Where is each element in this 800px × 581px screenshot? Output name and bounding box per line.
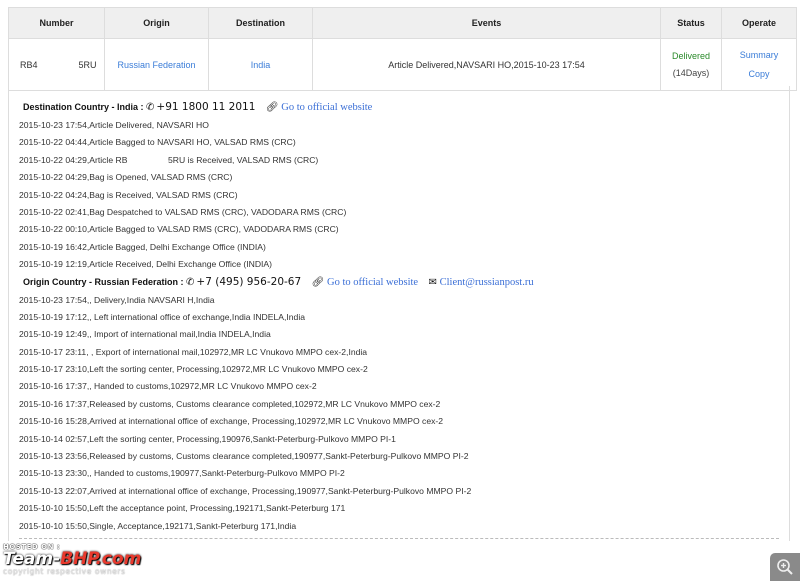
zoom-in-icon: [777, 559, 793, 575]
destination-cell: India: [208, 38, 313, 91]
tracking-number: RB4 5RU: [8, 38, 105, 91]
list-item: 2015-10-17 23:10,Left the sorting center…: [19, 364, 368, 375]
destination-website-link[interactable]: 🔗︎ Go to official website: [266, 102, 372, 113]
watermark-brand-bhp: BHP.com: [60, 549, 142, 569]
list-item: 2015-10-10 15:50,Single, Acceptance,1921…: [19, 520, 297, 531]
watermark-copyright: copyright respective owners: [3, 567, 126, 576]
summary-link[interactable]: Summary: [723, 50, 795, 60]
origin-website-link[interactable]: 🔗︎ Go to official website: [312, 277, 418, 288]
list-item: 2015-10-22 04:44,Article Bagged to NAVSA…: [19, 137, 296, 148]
list-item: 2015-10-19 12:19,Article Received, Delhi…: [19, 259, 273, 270]
list-item: 2015-10-19 17:12,, Left international of…: [19, 311, 306, 322]
watermark-brand: Team-BHP.com: [3, 551, 193, 568]
envelope-icon: ✉: [428, 276, 437, 288]
status-badge: Delivered: [671, 51, 711, 61]
destination-phone: +91 1800 11 2011: [156, 101, 256, 113]
watermark: HOSTED ON : Team-BHP.com copyright respe…: [3, 543, 193, 581]
list-item: 2015-10-13 23:56,Released by customs, Cu…: [19, 451, 469, 462]
list-item: 2015-10-22 04:29,Article RB 5RU is Recei…: [19, 154, 319, 165]
table-row: RB4 5RU Russian Federation India Article …: [8, 38, 797, 91]
zoom-button[interactable]: [770, 553, 800, 581]
list-item: 2015-10-23 17:54,, Delivery,India NAVSAR…: [19, 294, 215, 305]
destination-country-label: Destination Country - India :: [23, 102, 144, 112]
list-item: 2015-10-16 15:28,Arrived at internationa…: [19, 416, 444, 427]
origin-cell: Russian Federation: [104, 38, 209, 91]
tracking-number-suffix: 5RU: [78, 59, 97, 70]
header-operate: Operate: [721, 7, 797, 39]
operate-cell: Summary Copy: [721, 38, 797, 91]
tracking-number-prefix: RB4: [20, 59, 38, 70]
origin-website-label[interactable]: Go to official website: [327, 277, 418, 288]
link-icon: 🔗︎: [311, 276, 325, 288]
header-number: Number: [8, 7, 105, 39]
origin-link[interactable]: Russian Federation: [117, 60, 195, 70]
list-item: 2015-10-22 02:41,Bag Despatched to VALSA…: [19, 206, 347, 217]
list-item: 2015-10-16 17:37,, Handed to customs,102…: [19, 381, 317, 392]
destination-events-list: 2015-10-23 17:54,Article Delivered, NAVS…: [19, 117, 789, 274]
copy-link[interactable]: Copy: [723, 69, 795, 79]
tracking-details-panel: Destination Country - India : ✆ +91 1800 …: [8, 86, 790, 541]
header-origin: Origin: [104, 7, 209, 39]
list-item: 2015-10-22 04:29,Bag is Opened, VALSAD R…: [19, 172, 233, 183]
watermark-brand-team: Team-: [3, 549, 61, 569]
list-item: 2015-10-23 17:54,Article Delivered, NAVS…: [19, 120, 209, 130]
list-item: 2015-10-22 00:10,Article Bagged to VALSA…: [19, 224, 339, 235]
destination-website-label[interactable]: Go to official website: [281, 102, 372, 113]
destination-link[interactable]: India: [251, 60, 271, 70]
link-icon: 🔗︎: [265, 102, 279, 113]
transit-days: (14Days): [672, 68, 710, 78]
tracking-table: Number Origin Destination Events Status …: [8, 7, 797, 91]
list-item: 2015-10-13 22:07,Arrived at internationa…: [19, 485, 472, 496]
divider: [19, 538, 779, 539]
origin-country-label: Origin Country - Russian Federation :: [23, 276, 184, 287]
list-item: 2015-10-17 23:11, , Export of internatio…: [19, 346, 368, 357]
origin-email[interactable]: Client@russianpost.ru: [440, 277, 534, 288]
origin-country-header: Origin Country - Russian Federation : ✆ +…: [19, 275, 789, 292]
header-status: Status: [660, 7, 722, 39]
event-cell: Article Delivered,NAVSARI HO,2015-10-23 …: [312, 38, 661, 91]
header-destination: Destination: [208, 7, 313, 39]
list-item: 2015-10-14 02:57,Left the sorting center…: [19, 433, 396, 444]
phone-icon: ✆: [186, 276, 195, 288]
destination-country-header: Destination Country - India : ✆ +91 1800 …: [19, 100, 789, 117]
list-item: 2015-10-19 16:42,Article Bagged, Delhi E…: [19, 241, 266, 252]
status-cell: Delivered (14Days): [660, 38, 722, 91]
list-item: 2015-10-13 23:30,, Handed to customs,190…: [19, 468, 345, 479]
header-events: Events: [312, 7, 661, 39]
table-header-row: Number Origin Destination Events Status …: [8, 7, 797, 39]
list-item: 2015-10-22 04:24,Bag is Received, VALSAD…: [19, 189, 238, 200]
list-item: 2015-10-10 15:50,Left the acceptance poi…: [19, 503, 346, 514]
origin-email-link[interactable]: ✉ Client@russianpost.ru: [429, 277, 534, 288]
origin-events-list: 2015-10-23 17:54,, Delivery,India NAVSAR…: [19, 292, 789, 535]
list-item: 2015-10-16 17:37,Released by customs, Cu…: [19, 398, 441, 409]
list-item: 2015-10-19 12:49,, Import of internation…: [19, 329, 271, 340]
phone-icon: ✆: [146, 102, 155, 113]
origin-phone: +7 (495) 956-20-67: [196, 275, 302, 288]
